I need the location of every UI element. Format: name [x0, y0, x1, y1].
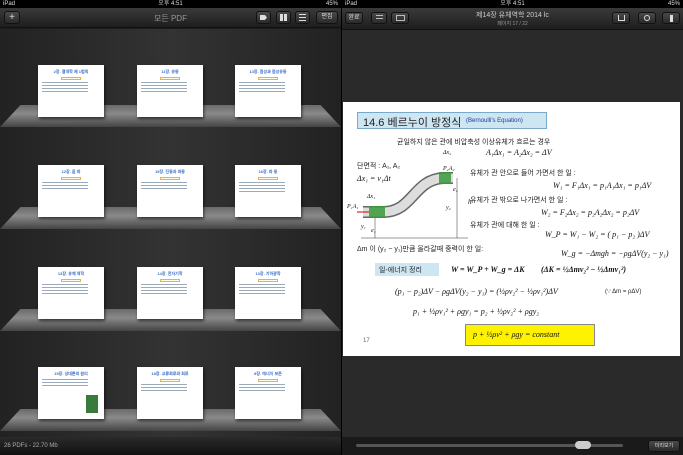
work-out-equation: W₂ = F₂Δx₂ = p₂A₂Δx₂ = p₂ΔV — [541, 208, 640, 217]
list-view-button[interactable] — [295, 11, 310, 24]
pdf-book[interactable]: 15장. 상대론의 원리 — [38, 367, 104, 419]
book-title: 15장. 상대론의 원리 — [54, 371, 88, 376]
fig-e1: e₁ — [371, 228, 376, 234]
book-title: 8장. 에너지 보존 — [254, 371, 282, 376]
book-title: 13장. 점성과 점성유동 — [249, 69, 287, 74]
pdf-book[interactable]: 8장. 에너지 보존 — [235, 367, 301, 419]
book-title: 2장. 열역학 제 1법칙 — [53, 69, 89, 74]
work-out-text: 유체가 관 밖으로 나가면서 한 일 : — [470, 197, 568, 204]
pdf-book[interactable]: 13장. 기하광학 — [235, 267, 301, 319]
page-slider[interactable] — [356, 441, 623, 449]
work-net-text: 유체가 관에 대해 한 일 : — [470, 222, 540, 229]
viewer-nav: 완료 제14장 유체역학 2014 lc 페이지 17 / 22 — [342, 8, 683, 30]
section-heading: 14.6 베르누이 방정식 — [363, 117, 462, 129]
library-pane: iPad 오후 4:51 45% + 모든 PDF 편집 2장. 열역학 제 1… — [0, 0, 341, 455]
bookmark-icon — [669, 15, 673, 22]
pdf-book[interactable]: 12장. 음 파 — [38, 165, 104, 217]
library-nav: + 모든 PDF 편집 — [0, 8, 341, 28]
status-bar: iPad 오후 4:51 45% — [0, 0, 341, 8]
fig-y1: y₁ — [361, 224, 366, 230]
share-icon — [617, 15, 625, 21]
bernoulli-final-equation: p + ½ρv² + ρgy = constant — [473, 330, 560, 339]
fig-dx2: Δx₂ — [443, 150, 452, 156]
clock: 오후 4:51 — [158, 1, 183, 7]
pdf-book[interactable]: 13장. 점성과 점성유동 — [235, 65, 301, 117]
bernoulli-two-point-equation: p₁ + ½ρv₁² + ρgy₁ = p₂ + ½ρv₂² + ρgy₂ — [413, 307, 540, 316]
pdf-book[interactable]: 14장. 전자기학 — [137, 267, 203, 319]
clock: 오후 4:51 — [500, 1, 525, 7]
book-title: 13장. 유체 역학 — [57, 271, 85, 276]
work-net-equation: W_P = W₁ − W₂ = ( p₁ − p₂ )ΔV — [545, 230, 650, 239]
library-footer: 26 PDFs - 22.70 Mb — [0, 437, 341, 455]
energy-theorem-label: 일-에너지 정리 — [379, 267, 422, 274]
mass-note: (∵ Δm = ρΔV) — [605, 289, 642, 295]
fig-p2a2: P₂A₂ — [443, 166, 455, 172]
intro-text: 균일하지 않은 관에 비압축성 이상유체가 흐르는 경우 — [397, 139, 551, 146]
bookshelf: 2장. 열역학 제 1법칙 11장. 유동 13장. 점성과 점성유동 12장.… — [0, 29, 341, 437]
gravity-work-equation: W_g = −Δmgh = −ρgΔV(y₂ − y₁) — [561, 249, 669, 258]
gravity-work-text: Δm 이 (y₂ − y₁)만큼 올라갈때 중력이 한 일: — [357, 246, 484, 253]
book-illustration — [86, 395, 98, 413]
book-title: 18장. 교류회로와 회로 — [151, 371, 189, 376]
work-energy-equation: W = W_P + W_g = ΔK — [451, 265, 525, 274]
fig-y2: y₂ — [446, 205, 451, 211]
volume-equation: A₁Δx₁ = A₂Δx₂ = ΔV — [486, 148, 552, 157]
pdf-book[interactable]: 16장. 파 동 — [235, 165, 301, 217]
battery: 45% — [325, 1, 338, 7]
document-title: 제14장 유체역학 2014 lc — [476, 12, 549, 19]
pdf-book[interactable]: 13장. 유체 역학 — [38, 267, 104, 319]
search-button[interactable] — [638, 12, 656, 24]
section-heading-en: (Bernoulli's Equation) — [466, 118, 523, 124]
tag-button[interactable] — [256, 11, 271, 24]
grid-view-button[interactable] — [276, 11, 291, 24]
work-in-text: 유체가 관 안으로 들어 가면서 한 일 : — [470, 170, 576, 177]
fig-e2: e₂ — [453, 187, 458, 193]
bookmark-button[interactable] — [662, 12, 680, 24]
share-button[interactable] — [612, 12, 630, 24]
pdf-page[interactable]: 14.6 베르누이 방정식 (Bernoulli's Equation) 균일하… — [343, 102, 680, 356]
status-bar: iPad 오후 4:51 45% — [342, 0, 683, 8]
book-title: 15장. 진동과 파동 — [155, 169, 185, 174]
list-icon — [299, 14, 306, 21]
grid-icon — [280, 14, 287, 21]
page-number: 17 — [363, 338, 370, 344]
delta-k-equation: (ΔK = ½Δmv₂² − ½Δmv₁²) — [541, 265, 627, 274]
fig-p1a1: P₁A₁ — [347, 204, 359, 210]
expanded-equation: (p₁ − p₂)ΔV − ρgΔV(y₂ − y₁) = (½ρv₂² − ½… — [395, 287, 558, 296]
edit-button[interactable]: 편집 — [316, 11, 338, 24]
book-title: 14장. 전자기학 — [157, 271, 183, 276]
fig-dx1: Δx₁ — [367, 194, 376, 200]
work-in-equation: W₁ = F₁Δx₁ = p₁A₁Δx₁ = p₁ΔV — [553, 181, 652, 190]
page-slider-thumb[interactable] — [575, 441, 591, 449]
book-title: 16장. 파 동 — [258, 169, 278, 174]
book-title: 13장. 기하광학 — [255, 271, 281, 276]
book-title: 11장. 유동 — [161, 69, 179, 74]
pdf-book[interactable]: 15장. 진동과 파동 — [137, 165, 203, 217]
page-scrubber-bar: 미리보기 — [342, 437, 683, 455]
search-icon — [644, 15, 650, 21]
pdf-book[interactable]: 11장. 유동 — [137, 65, 203, 117]
pdf-book[interactable]: 18장. 교류회로와 회로 — [137, 367, 203, 419]
page-indicator: 페이지 17 / 22 — [497, 21, 528, 27]
preview-button[interactable]: 미리보기 — [648, 440, 680, 452]
pdf-book[interactable]: 2장. 열역학 제 1법칙 — [38, 65, 104, 117]
book-title: 12장. 음 파 — [61, 169, 81, 174]
tag-icon — [260, 15, 267, 20]
battery: 45% — [667, 1, 680, 7]
